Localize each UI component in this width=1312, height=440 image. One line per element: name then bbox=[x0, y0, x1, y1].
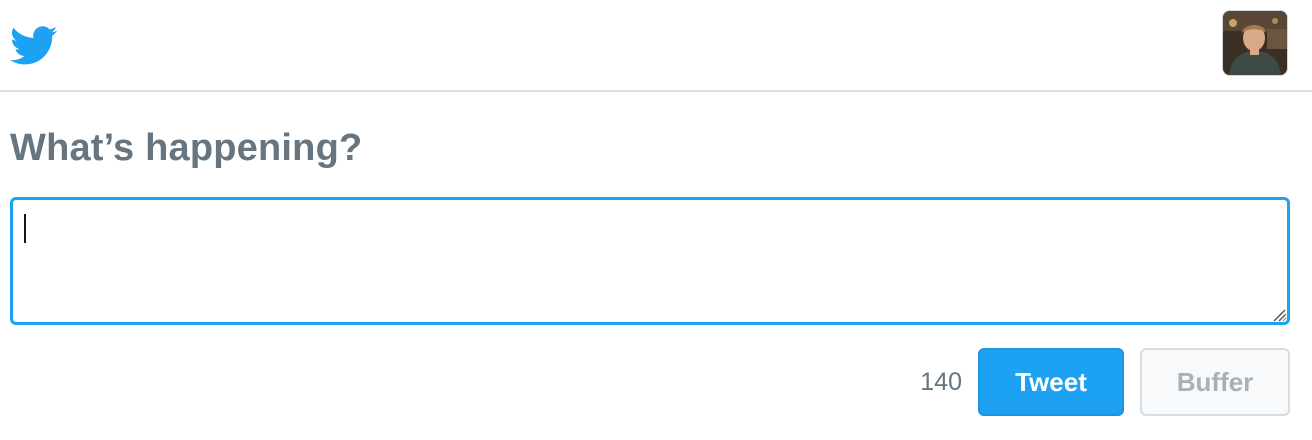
twitter-bird-icon[interactable] bbox=[10, 26, 58, 66]
compose-heading: What’s happening? bbox=[10, 127, 363, 169]
tweet-button[interactable]: Tweet bbox=[978, 348, 1124, 416]
resize-grip-icon[interactable] bbox=[1272, 308, 1286, 322]
top-bar bbox=[0, 0, 1312, 92]
text-cursor bbox=[24, 214, 26, 243]
buffer-button[interactable]: Buffer bbox=[1140, 348, 1290, 416]
user-avatar[interactable] bbox=[1222, 10, 1288, 76]
avatar-image bbox=[1223, 11, 1287, 75]
character-counter: 140 bbox=[920, 368, 962, 396]
tweet-textarea[interactable] bbox=[10, 197, 1290, 325]
